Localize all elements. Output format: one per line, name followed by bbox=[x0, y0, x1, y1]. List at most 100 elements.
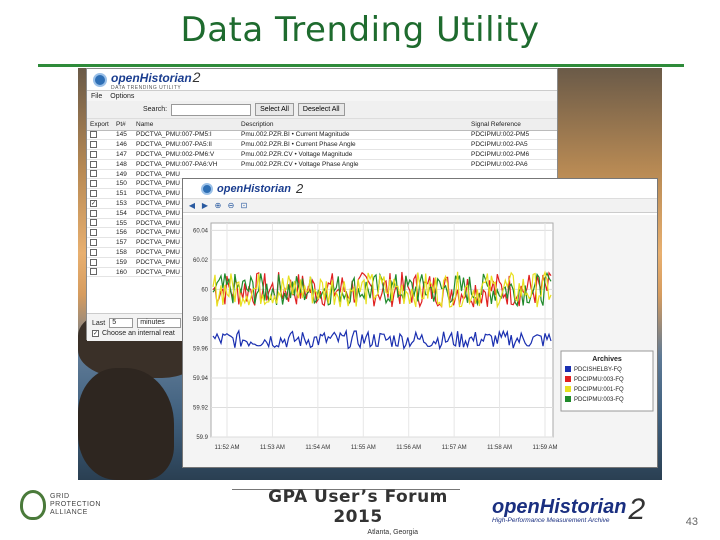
signal-ref-cell: PDCIPMU:002-PA5 bbox=[468, 139, 557, 151]
export-checkbox[interactable] bbox=[90, 131, 97, 139]
select-all-button[interactable]: Select All bbox=[255, 103, 294, 116]
deselect-all-button[interactable]: Deselect All bbox=[297, 103, 345, 116]
pt-cell: 159 bbox=[113, 257, 133, 268]
chart-logo-version: 2 bbox=[295, 181, 304, 196]
gpa-line-3: ALLIANCE bbox=[50, 509, 88, 516]
menu-bar: File Options bbox=[87, 91, 557, 101]
title-underline bbox=[38, 64, 684, 67]
x-tick-label: 11:57 AM bbox=[442, 445, 467, 451]
y-tick-label: 59.92 bbox=[193, 405, 209, 411]
col-pt[interactable]: Pt# bbox=[113, 119, 133, 131]
menu-file[interactable]: File bbox=[91, 93, 102, 100]
gpa-logo: GRID PROTECTION ALLIANCE bbox=[20, 490, 101, 520]
gpa-line-1: GRID bbox=[50, 493, 70, 500]
legend-entry: PDCIPMU:001-FQ bbox=[574, 387, 624, 393]
x-tick-label: 11:55 AM bbox=[351, 445, 376, 451]
pt-cell: 153 bbox=[113, 198, 133, 209]
export-checkbox[interactable] bbox=[90, 248, 97, 256]
x-tick-label: 11:52 AM bbox=[215, 445, 240, 451]
zoom-out-icon[interactable]: ⊖ bbox=[226, 201, 236, 211]
y-tick-label: 59.96 bbox=[193, 346, 209, 352]
pt-cell: 149 bbox=[113, 169, 133, 180]
time-unit-select[interactable]: minutes bbox=[137, 318, 182, 328]
x-tick-label: 11:59 AM bbox=[533, 445, 558, 451]
pt-cell: 158 bbox=[113, 247, 133, 258]
forum-location: Atlanta, Georgia bbox=[367, 529, 418, 536]
search-label: Search: bbox=[143, 106, 168, 113]
col-export[interactable]: Export bbox=[87, 119, 113, 131]
legend-swatch bbox=[565, 366, 571, 372]
trend-chart-window: openHistorian 2 ◀ ▶ ⊕ ⊖ ⊡ 60.04 60.02 60 59… bbox=[182, 178, 658, 468]
col-name[interactable]: Name bbox=[133, 119, 238, 131]
pt-cell: 160 bbox=[113, 267, 133, 278]
table-row[interactable]: 145 PDCTVA_PMU:007-PM5:I Pmu.002.PZR.BI • … bbox=[87, 130, 557, 141]
app-logo-version: 2 bbox=[192, 68, 201, 85]
name-cell: PDCTVA_PMU:007-PA5:II bbox=[133, 139, 238, 151]
openhistorian-logo-icon bbox=[93, 72, 107, 87]
export-checkbox[interactable] bbox=[90, 258, 97, 266]
x-tick-label: 11:53 AM bbox=[260, 445, 285, 451]
page-number: 43 bbox=[685, 516, 698, 528]
oh-footer-tagline: High-Performance Measurement Archive bbox=[492, 517, 610, 524]
pt-cell: 151 bbox=[113, 188, 133, 200]
y-tick-label: 59.9 bbox=[196, 435, 208, 441]
arrow-left-icon[interactable]: ◀ bbox=[187, 201, 197, 211]
col-signal-reference[interactable]: Signal Reference bbox=[468, 119, 557, 131]
arrow-right-icon[interactable]: ▶ bbox=[200, 201, 210, 211]
legend-swatch bbox=[565, 386, 571, 392]
search-bar: Search: Select All Deselect All bbox=[87, 101, 557, 119]
menu-options[interactable]: Options bbox=[110, 93, 134, 100]
export-checkbox[interactable]: ✓ bbox=[90, 199, 97, 207]
y-tick-label: 59.94 bbox=[193, 376, 209, 382]
x-tick-label: 11:56 AM bbox=[396, 445, 421, 451]
pt-cell: 156 bbox=[113, 227, 133, 239]
chart-logo-text: openHistorian bbox=[217, 182, 291, 195]
plot-background bbox=[210, 222, 554, 438]
export-checkbox[interactable] bbox=[90, 239, 97, 247]
app-logo-subtitle: DATA TRENDING UTILITY bbox=[111, 84, 182, 91]
openhistorian-footer-logo: openHistorian High-Performance Measureme… bbox=[492, 495, 645, 525]
last-count-stepper[interactable]: 5 bbox=[109, 318, 134, 328]
pt-cell: 150 bbox=[113, 178, 133, 190]
chart-openhistorian-logo-icon bbox=[201, 182, 213, 195]
y-tick-label: 60.02 bbox=[193, 258, 209, 264]
signal-ref-cell: PDCIPMU:002-PA6 bbox=[468, 159, 557, 170]
export-checkbox[interactable] bbox=[90, 150, 97, 158]
search-input[interactable] bbox=[171, 103, 252, 116]
export-checkbox[interactable] bbox=[90, 190, 97, 198]
export-checkbox[interactable] bbox=[90, 209, 97, 217]
frequency-trend-chart[interactable]: 60.04 60.02 60 59.98 59.96 59.94 59.92 59.9 11:5… bbox=[183, 215, 657, 467]
x-tick-label: 11:54 AM bbox=[305, 445, 330, 451]
pt-cell: 154 bbox=[113, 208, 133, 219]
interval-checkbox[interactable]: ✓ bbox=[92, 330, 99, 337]
name-cell: PDCTVA_PMU:007-PM5:I bbox=[133, 130, 238, 141]
description-cell: Pmu.002.PZR.BI • Current Magnitude bbox=[238, 130, 468, 141]
export-checkbox[interactable] bbox=[90, 160, 97, 168]
y-tick-label: 60.04 bbox=[193, 228, 209, 234]
legend-swatch bbox=[565, 376, 571, 382]
export-checkbox[interactable] bbox=[90, 141, 97, 149]
x-tick-label: 11:58 AM bbox=[487, 445, 512, 451]
zoom-in-icon[interactable]: ⊕ bbox=[213, 201, 223, 211]
description-cell: Pmu.002.PZR.CV • Voltage Phase Angle bbox=[238, 159, 468, 170]
export-checkbox[interactable] bbox=[90, 268, 97, 276]
zoom-fit-icon[interactable]: ⊡ bbox=[239, 201, 249, 211]
export-checkbox[interactable] bbox=[90, 219, 97, 227]
app-logo-bar: openHistorian 2 DATA TRENDING UTILITY bbox=[87, 69, 557, 91]
col-description[interactable]: Description bbox=[238, 119, 468, 131]
gpa-line-2: PROTECTION bbox=[50, 501, 101, 508]
forum-banner: GPA User’s Forum 2015 Atlanta, Georgia bbox=[258, 487, 458, 536]
table-row[interactable]: 147 PDCTVA_PMU:002-PM6:V Pmu.002.PZR.CV • … bbox=[87, 149, 557, 160]
export-checkbox[interactable] bbox=[90, 170, 97, 178]
signal-ref-cell: PDCIPMU:002-PM5 bbox=[468, 130, 557, 141]
export-checkbox[interactable] bbox=[90, 180, 97, 188]
pt-cell: 147 bbox=[113, 149, 133, 160]
plot-area: 60.04 60.02 60 59.98 59.96 59.94 59.92 59.9 11:5… bbox=[183, 215, 657, 467]
table-row[interactable]: 148 PDCTVA_PMU:007-PA6:VH Pmu.002.PZR.CV •… bbox=[87, 159, 557, 170]
interval-label: Choose an internal reat bbox=[102, 330, 175, 337]
name-cell: PDCTVA_PMU:007-PA6:VH bbox=[133, 159, 238, 170]
export-checkbox[interactable] bbox=[90, 229, 97, 237]
name-cell: PDCTVA_PMU:002-PM6:V bbox=[133, 149, 238, 160]
last-label: Last bbox=[92, 319, 106, 327]
table-row[interactable]: 146 PDCTVA_PMU:007-PA5:II Pmu.002.PZR.BI •… bbox=[87, 139, 557, 151]
